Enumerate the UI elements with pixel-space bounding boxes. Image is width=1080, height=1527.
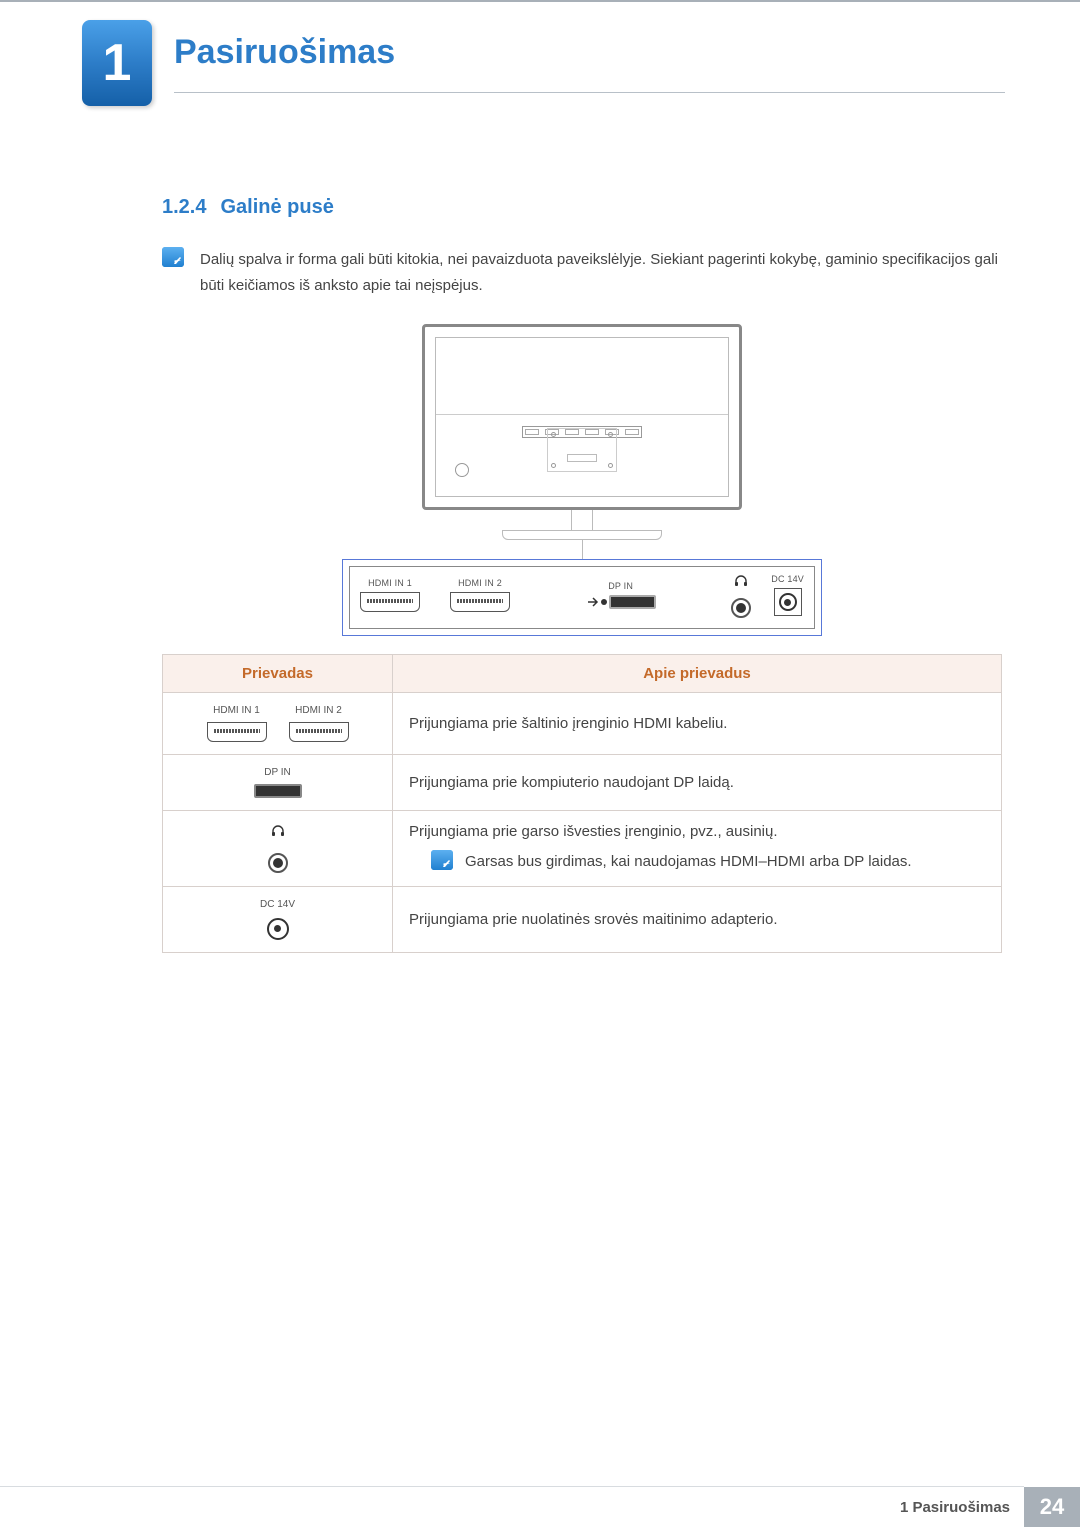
table-cell-desc: Prijungiama prie kompiuterio naudojant D… bbox=[393, 754, 1002, 810]
subsection-number: 1.2.4 bbox=[162, 196, 206, 218]
table-header-desc: Apie prievadus bbox=[393, 654, 1002, 692]
dc-port: DC 14V bbox=[771, 574, 804, 616]
page-content: 1.2.4 Galinė pusė Dalių spalva ir forma g… bbox=[0, 136, 1080, 953]
headphone-icon bbox=[733, 573, 749, 594]
rear-diagram: HDMI IN 1 HDMI IN 2 DP IN bbox=[162, 324, 1002, 636]
table-cell-desc: Prijungiama prie garso išvesties įrengin… bbox=[393, 810, 1002, 886]
hdmi-port-icon bbox=[289, 722, 349, 742]
dc-port-icon bbox=[267, 918, 289, 940]
headphone-port bbox=[731, 573, 751, 618]
table-cell-desc: Prijungiama prie šaltinio įrenginio HDMI… bbox=[393, 692, 1002, 754]
arrow-right-icon bbox=[586, 595, 600, 609]
table-row: HDMI IN 1 HDMI IN 2 Prijungiama prie šal… bbox=[163, 692, 1002, 754]
chapter-number-badge: 1 bbox=[82, 20, 152, 106]
footer-page-number: 24 bbox=[1024, 1487, 1080, 1527]
monitor-stand-illustration bbox=[571, 510, 593, 530]
audio-jack-icon bbox=[268, 853, 288, 873]
intro-note: Dalių spalva ir forma gali būti kitokia,… bbox=[162, 247, 1002, 300]
hdmi2-port: HDMI IN 2 bbox=[450, 578, 510, 612]
intro-note-text: Dalių spalva ir forma gali būti kitokia,… bbox=[200, 247, 1002, 300]
headphone-icon bbox=[270, 823, 286, 843]
table-row: DP IN Prijungiama prie kompiuterio naudo… bbox=[163, 754, 1002, 810]
table-header-port: Prievadas bbox=[163, 654, 393, 692]
subsection-heading: 1.2.4 Galinė pusė bbox=[162, 196, 1002, 219]
dp-port: DP IN bbox=[516, 581, 725, 609]
table-cell-desc: Prijungiama prie nuolatinės srovės maiti… bbox=[393, 886, 1002, 952]
note-icon bbox=[162, 247, 184, 267]
table-row: Prijungiama prie garso išvesties įrengin… bbox=[163, 810, 1002, 886]
hdmi-port-icon bbox=[207, 722, 267, 742]
port-panel-callout: HDMI IN 1 HDMI IN 2 DP IN bbox=[342, 559, 822, 636]
ports-table: Prievadas Apie prievadus HDMI IN 1 HDMI … bbox=[162, 654, 1002, 953]
monitor-rear-illustration bbox=[422, 324, 742, 510]
chapter-header: 1 Pasiruošimas bbox=[0, 2, 1080, 136]
hdmi1-port: HDMI IN 1 bbox=[360, 578, 420, 612]
note-icon bbox=[431, 850, 453, 870]
dp-port-icon bbox=[254, 784, 302, 798]
monitor-base-illustration bbox=[502, 530, 662, 540]
page-footer: 1 Pasiruošimas 24 bbox=[0, 1487, 1080, 1527]
chapter-title: Pasiruošimas bbox=[174, 33, 1005, 93]
subsection-title-text: Galinė pusė bbox=[220, 196, 333, 218]
dot-icon bbox=[599, 597, 609, 607]
table-row: DC 14V Prijungiama prie nuolatinės srovė… bbox=[163, 886, 1002, 952]
footer-chapter-label: 1 Pasiruošimas bbox=[900, 1487, 1024, 1527]
